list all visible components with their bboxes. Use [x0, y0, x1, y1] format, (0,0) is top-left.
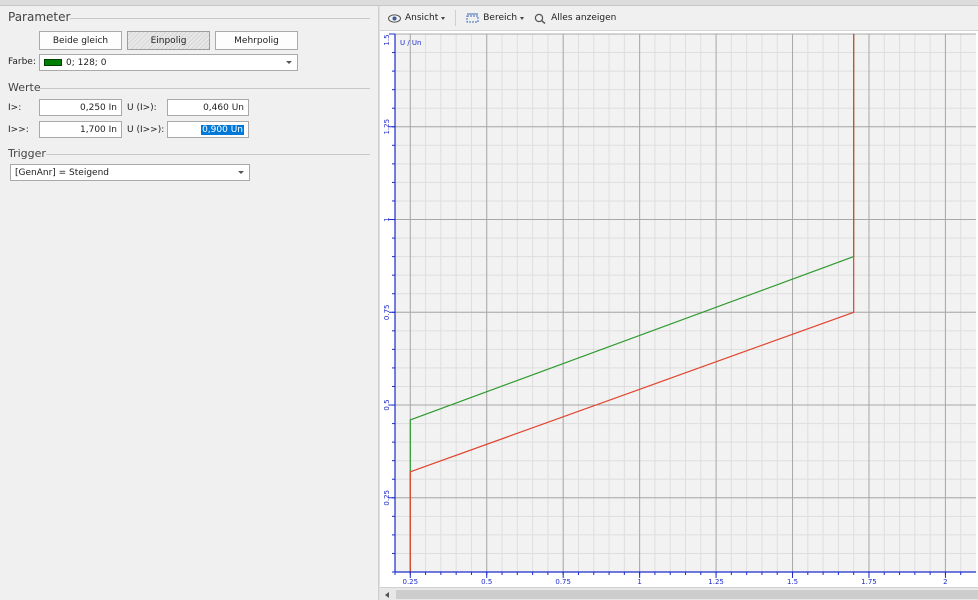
- parameter-panel: Parameter Beide gleich Einpolig Mehrpoli…: [0, 6, 378, 600]
- u-i-gtgt-input[interactable]: 0,900 Un: [167, 121, 249, 138]
- trigger-value: [GenAnr] = Steigend: [15, 167, 110, 178]
- alles-anzeigen-label: Alles anzeigen: [551, 13, 617, 23]
- i-gtgt-input[interactable]: 1,700 In: [39, 121, 122, 138]
- x-tick-label: 2: [943, 578, 947, 586]
- x-tick-label: 0.75: [555, 578, 571, 586]
- zoom-fit-icon: [534, 13, 547, 24]
- parameter-divider: [70, 18, 370, 19]
- selected-text: 0,900 Un: [201, 124, 244, 135]
- bereich-menu[interactable]: Bereich: [466, 13, 525, 24]
- caret-down-icon: [441, 16, 446, 20]
- x-tick-label: 0.5: [481, 578, 492, 586]
- bereich-label: Bereich: [483, 13, 518, 23]
- u-i-gtgt-label: U (I>>):: [127, 125, 165, 135]
- mehrpolig-button[interactable]: Mehrpolig: [215, 31, 298, 50]
- farbe-label: Farbe:: [8, 57, 36, 67]
- beide-gleich-button[interactable]: Beide gleich: [39, 31, 122, 50]
- caret-down-icon: [520, 16, 525, 20]
- trigger-divider: [46, 154, 370, 155]
- range-icon: [466, 13, 479, 24]
- ansicht-label: Ansicht: [405, 13, 439, 23]
- scroll-thumb[interactable]: [396, 590, 978, 599]
- u-i-gt-label: U (I>):: [127, 103, 157, 113]
- ansicht-menu[interactable]: Ansicht: [388, 13, 446, 24]
- horizontal-scrollbar[interactable]: [380, 587, 978, 600]
- y-tick-label: 0.25: [383, 490, 391, 506]
- x-tick-label: 1.25: [708, 578, 724, 586]
- y-axis-label: U / Un: [400, 39, 422, 47]
- y-tick-label: 1.25: [383, 119, 391, 135]
- characteristic-chart[interactable]: 0.25 0.5 0.75 1 1.25 1.5 1.75 2 0.25 0.5 0.75 1 1.25…: [380, 31, 978, 587]
- i-gtgt-label: I>>:: [8, 125, 29, 135]
- toolbar-separator: [455, 10, 457, 26]
- trigger-group-title: Trigger: [8, 147, 46, 160]
- i-gt-label: I>:: [8, 103, 22, 113]
- farbe-combo[interactable]: 0; 128; 0: [39, 54, 298, 71]
- chevron-down-icon: [238, 171, 244, 174]
- u-i-gt-input[interactable]: 0,460 Un: [167, 99, 249, 116]
- x-tick-label: 1.5: [787, 578, 798, 586]
- alles-anzeigen-button[interactable]: Alles anzeigen: [534, 13, 616, 24]
- x-tick-label: 1.75: [861, 578, 877, 586]
- farbe-value: 0; 128; 0: [66, 57, 107, 68]
- x-tick-label: 0.25: [402, 578, 418, 586]
- eye-icon: [388, 13, 401, 24]
- werte-divider: [40, 88, 370, 89]
- chart-toolbar: Ansicht Bereich Alles anzeigen: [380, 6, 978, 31]
- trigger-combo[interactable]: [GenAnr] = Steigend: [10, 164, 250, 181]
- i-gt-input[interactable]: 0,250 In: [39, 99, 122, 116]
- y-tick-label: 0.5: [383, 399, 391, 410]
- y-tick-label: 0.75: [383, 304, 391, 320]
- parameter-group-title: Parameter: [8, 10, 71, 24]
- chart-svg: 0.25 0.5 0.75 1 1.25 1.5 1.75 2 0.25 0.5 0.75 1 1.25…: [383, 33, 976, 586]
- y-tick-label: 1.5: [383, 34, 391, 45]
- y-tick-label: 1: [383, 217, 391, 221]
- werte-group-title: Werte: [8, 81, 41, 94]
- color-swatch-icon: [44, 59, 62, 66]
- einpolig-button[interactable]: Einpolig: [127, 31, 210, 50]
- scroll-left-icon[interactable]: [385, 592, 389, 598]
- chevron-down-icon: [286, 61, 292, 64]
- x-tick-label: 1: [637, 578, 641, 586]
